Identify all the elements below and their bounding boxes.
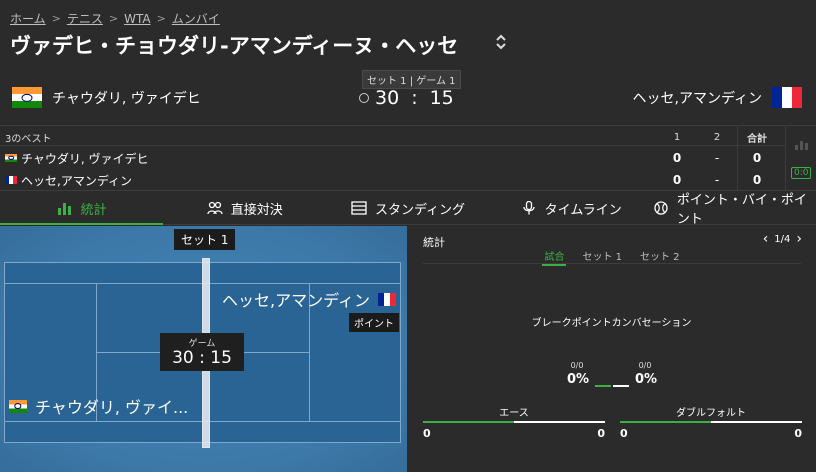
score-table-header: 3のベスト 1 2 合計	[0, 130, 785, 146]
page-title: ヴァデヒ・チョウダリ-アマンディーヌ・ヘッセ	[10, 34, 459, 58]
row-set1: 0	[672, 173, 682, 187]
game-score-box: ゲーム 30 : 15	[160, 333, 244, 371]
bp-player2: 0/0 0%	[635, 361, 658, 387]
bp-bar-player1	[595, 385, 611, 387]
table-row: チャウダリ, ヴァイデヒ 0 - 0	[0, 148, 785, 168]
bar-chart-icon	[57, 201, 73, 215]
score-p2: 15	[429, 87, 454, 109]
chevron-right-icon: >	[156, 12, 166, 25]
row-player-name: チャウダリ, ヴァイデヒ	[21, 151, 149, 166]
chevron-left-icon[interactable]: ‹	[763, 231, 769, 247]
india-flag-icon	[9, 399, 27, 413]
stat-bar	[620, 421, 802, 423]
breadcrumb-mumbai[interactable]: ムンバイ	[172, 10, 220, 27]
table-row: ヘッセ,アマンディン 0 - 0	[0, 170, 785, 190]
chevron-right-icon: >	[108, 12, 119, 25]
tab-label: 統計	[80, 202, 107, 218]
tab-label: 直接対決	[230, 202, 283, 218]
tab-label: スタンディング	[374, 202, 466, 218]
court-player1-name: チャウダリ, ヴァイ...	[35, 398, 189, 417]
chevron-right-icon[interactable]: ›	[796, 231, 802, 247]
tab-label: タイムライン	[544, 202, 622, 218]
india-flag-icon	[5, 154, 17, 162]
tab-timeline[interactable]: タイムライン	[490, 192, 653, 224]
score-table: 3のベスト 1 2 合計 チャウダリ, ヴァイデヒ 0 - 0 ヘッセ,アマンデ…	[0, 125, 816, 191]
breadcrumb-home[interactable]: ホーム	[10, 10, 46, 27]
tab-head-to-head[interactable]: 直接対決	[163, 192, 326, 224]
break-point-label: ブレークポイントカンバセーション	[531, 318, 692, 329]
france-flag-icon	[377, 292, 396, 306]
stat-double-faults: ダブルフォルト 0 0	[620, 404, 802, 440]
breadcrumb-tennis[interactable]: テニス	[67, 10, 103, 27]
stats-tab-set1[interactable]: セット 1	[580, 248, 624, 263]
court-player1: チャウダリ, ヴァイ...	[9, 394, 188, 418]
india-flag-icon	[12, 87, 42, 108]
stat-p2-value: 0	[597, 427, 605, 440]
tab-stats[interactable]: 統計	[0, 192, 164, 225]
bp-bar-player2	[613, 385, 629, 387]
list-icon	[351, 201, 367, 215]
score-separator: :	[411, 87, 418, 109]
set2-header: 2	[713, 132, 721, 143]
row-player-name: ヘッセ,アマンディン	[21, 173, 132, 188]
set1-header: 1	[673, 132, 681, 143]
game-score: 30 : 15	[172, 348, 232, 368]
chevron-right-icon: >	[51, 12, 61, 25]
stat-bar-fill	[423, 421, 514, 423]
bp-player1-count: 0/0	[570, 361, 584, 370]
tab-label: ポイント・バイ・ポイント	[676, 193, 807, 227]
court-player2-name: ヘッセ,アマンディン	[222, 291, 370, 310]
row-total: 0	[752, 151, 762, 165]
stats-panel: 統計 ‹ 1/4 › 試合 セット 1 セット 2 ブレークポイントカンバセーシ…	[407, 226, 816, 472]
france-flag-icon	[5, 176, 17, 184]
player2-header[interactable]: ヘッセ,アマンディン	[633, 87, 802, 108]
stats-pager: ‹ 1/4 ›	[763, 231, 802, 247]
stats-tabs: 試合 セット 1 セット 2	[423, 248, 801, 266]
stat-p2-value: 0	[794, 427, 802, 440]
breadcrumb: ホーム > テニス > WTA > ムンバイ	[10, 10, 220, 27]
people-icon	[207, 201, 223, 215]
stat-bar-fill	[620, 421, 711, 423]
stat-p1-value: 0	[423, 427, 431, 440]
row-set2: -	[714, 173, 720, 187]
total-header: 合計	[747, 134, 767, 145]
microphone-icon	[521, 200, 537, 215]
score-p1: 30	[375, 87, 400, 109]
pager-text: 1/4	[774, 233, 791, 245]
bp-player2-count: 0/0	[638, 361, 652, 370]
tennis-ball-icon	[653, 201, 669, 215]
odds-badge[interactable]: 0:0	[791, 167, 812, 179]
bp-player1-pct: 0%	[567, 372, 590, 387]
bp-player1: 0/0 0%	[567, 361, 590, 387]
set-label: セット 1	[174, 229, 236, 250]
tab-standings[interactable]: スタンディング	[326, 192, 489, 224]
best-of-label: 3のベスト	[5, 134, 52, 145]
france-flag-icon	[772, 87, 802, 108]
player1-header[interactable]: チャウダリ, ヴァイデヒ	[12, 87, 201, 108]
tab-bar: 統計 直接対決 スタンディング タイムライン ポイント・バイ・ポイント	[0, 192, 816, 227]
breadcrumb-wta[interactable]: WTA	[124, 12, 150, 26]
stats-tab-match[interactable]: 試合	[542, 248, 567, 266]
player2-name: ヘッセ,アマンディン	[632, 90, 762, 107]
row-total: 0	[752, 173, 762, 187]
tab-point-by-point[interactable]: ポイント・バイ・ポイント	[653, 192, 816, 227]
stat-aces: エース 0 0	[423, 404, 605, 440]
player1-name: チャウダリ, ヴァイデヒ	[52, 90, 201, 107]
stat-p1-value: 0	[620, 427, 628, 440]
row-set1: 0	[672, 151, 682, 165]
divider	[785, 126, 786, 190]
stat-label: ダブルフォルト	[676, 408, 746, 419]
point-label: ポイント	[349, 313, 399, 332]
live-score: 30 : 15	[359, 87, 454, 109]
bar-chart-icon[interactable]	[795, 138, 809, 150]
serve-indicator-icon	[359, 93, 369, 103]
divider	[737, 126, 738, 190]
row-set2: -	[714, 151, 720, 165]
expand-toggle-icon[interactable]	[495, 33, 507, 55]
stat-bar	[423, 421, 605, 423]
court-player2: ヘッセ,アマンディン	[222, 287, 396, 311]
stat-label: エース	[499, 408, 529, 419]
bp-player2-pct: 0%	[635, 372, 658, 387]
stats-tab-set2[interactable]: セット 2	[638, 248, 682, 263]
